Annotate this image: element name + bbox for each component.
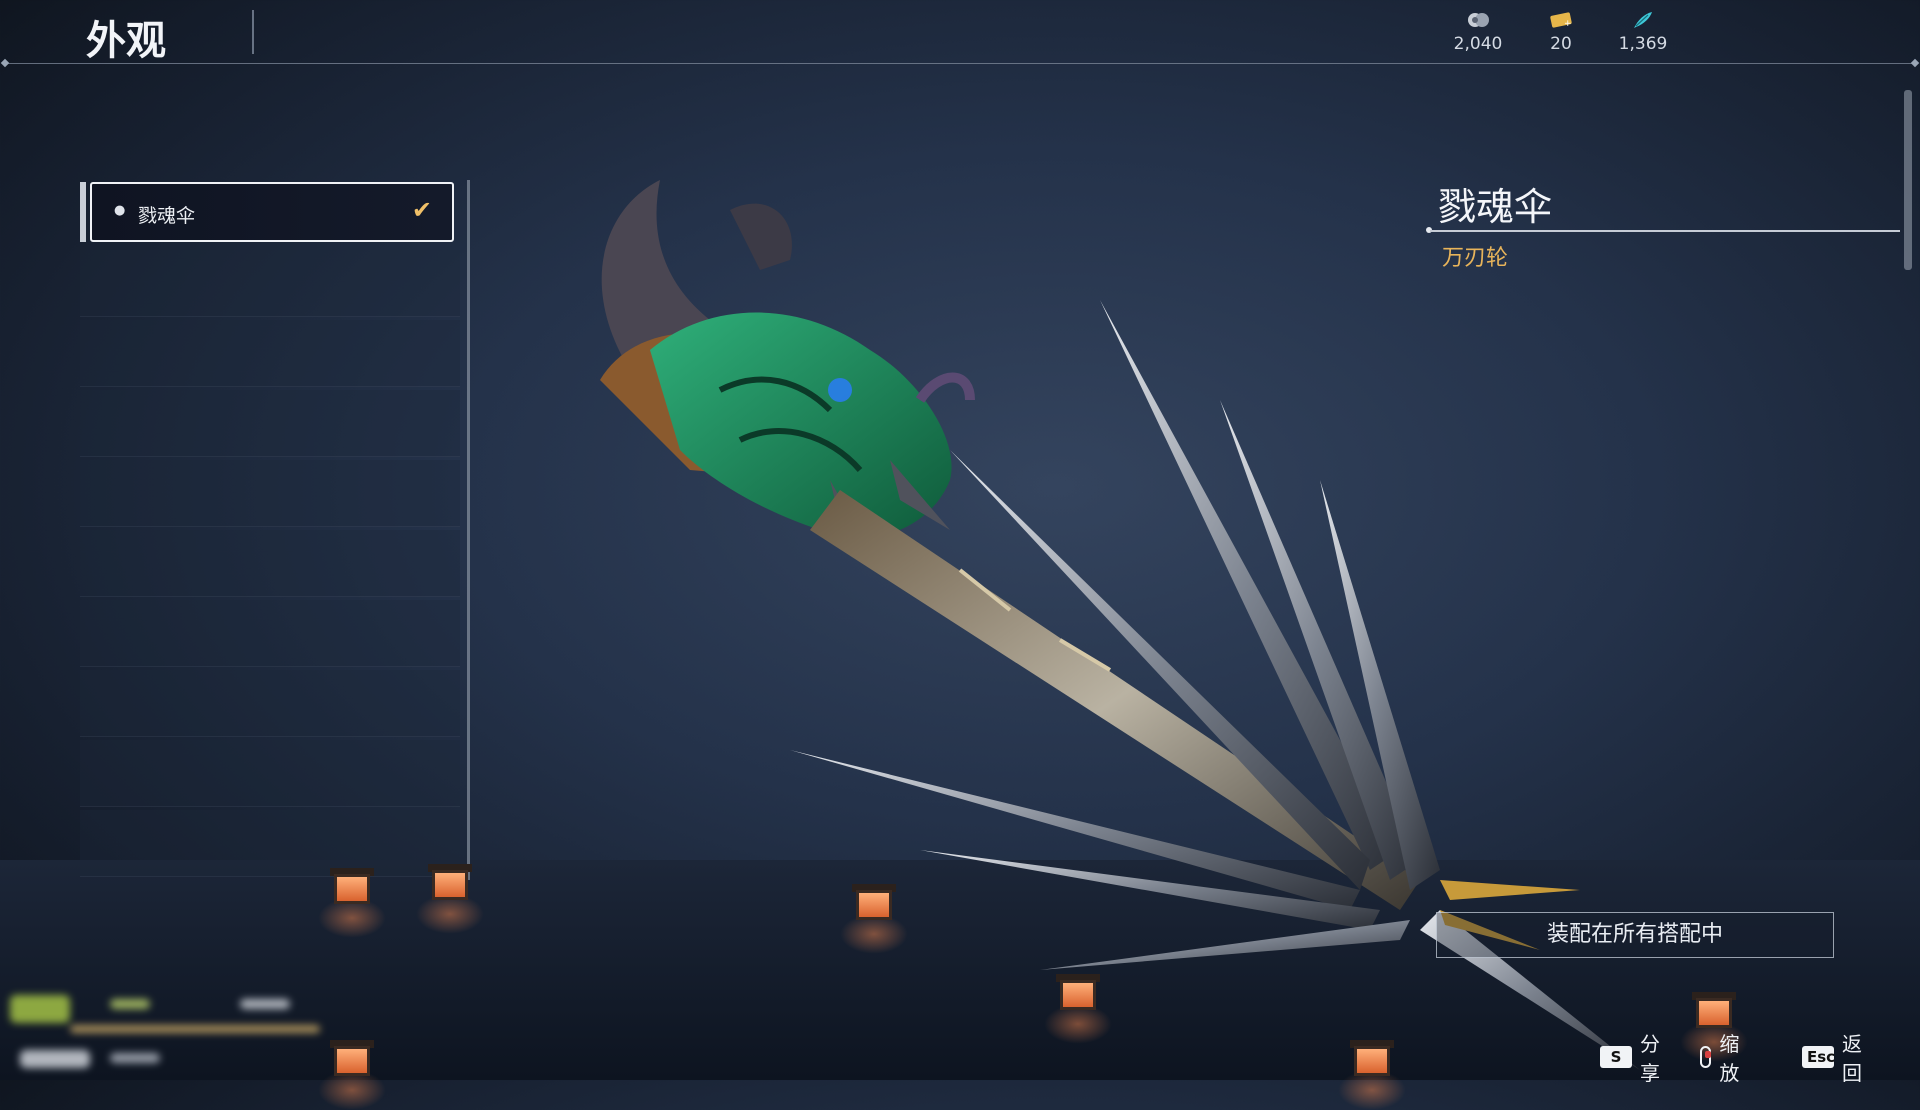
currency-coin: 2,040 xyxy=(1438,10,1518,54)
currency-ticket: + 20 xyxy=(1521,10,1601,54)
lantern-decoration xyxy=(1680,992,1748,1062)
key-cap: S xyxy=(1600,1046,1632,1068)
list-slot-empty xyxy=(80,810,460,877)
key-cap: Esc xyxy=(1802,1046,1835,1068)
right-scrollbar[interactable] xyxy=(1904,90,1912,270)
appearance-list: ● 戮魂伞 ✔ xyxy=(80,180,470,880)
hint-label: 缩放 xyxy=(1719,1032,1740,1085)
lantern-decoration xyxy=(416,864,484,934)
lantern-decoration xyxy=(1044,974,1112,1044)
list-slot-empty xyxy=(80,670,460,737)
coin-icon xyxy=(1438,10,1518,32)
equip-all-button[interactable]: 装配在所有搭配中 xyxy=(1436,912,1834,958)
lantern-decoration xyxy=(1338,1040,1406,1110)
hint-share[interactable]: S 分享 xyxy=(1600,1032,1660,1085)
hint-zoom[interactable]: 缩放 xyxy=(1700,1032,1744,1085)
item-name: 戮魂伞 xyxy=(1438,185,1553,229)
divider-ornament-left xyxy=(0,58,10,68)
blurred-hud xyxy=(0,975,340,1080)
list-item-label: 戮魂伞 xyxy=(138,205,196,227)
list-slot-empty xyxy=(80,600,460,667)
title-divider xyxy=(252,10,254,54)
currency-feather: 1,369 xyxy=(1603,10,1683,54)
list-slot-empty xyxy=(80,390,460,457)
list-slot-empty xyxy=(80,740,460,807)
lantern-decoration xyxy=(318,868,386,938)
ticket-icon: + xyxy=(1521,10,1601,32)
check-icon: ✔ xyxy=(411,196,432,224)
page-title: 外观 xyxy=(86,18,166,64)
list-slot-empty xyxy=(80,250,460,317)
list-scroll-track[interactable] xyxy=(467,180,470,880)
currency-feather-value: 1,369 xyxy=(1618,34,1668,54)
feather-icon xyxy=(1603,10,1683,32)
hint-label: 返回 xyxy=(1842,1032,1862,1085)
item-type: 万刃轮 xyxy=(1442,246,1509,271)
svg-text:+: + xyxy=(1564,19,1572,29)
hint-label: 分享 xyxy=(1640,1032,1660,1085)
lantern-decoration xyxy=(840,884,908,954)
top-bar: 外观 2,040 + 20 1,369 xyxy=(0,0,1920,68)
header-divider xyxy=(4,63,1916,64)
currency-coin-value: 2,040 xyxy=(1453,34,1503,54)
currency-ticket-value: 20 xyxy=(1550,34,1572,54)
hint-back[interactable]: Esc 返回 xyxy=(1802,1032,1868,1085)
divider-ornament-right xyxy=(1910,58,1920,68)
list-slot-empty xyxy=(80,530,460,597)
droplet-icon: ● xyxy=(114,203,126,218)
list-item-selected[interactable]: ● 戮魂伞 ✔ xyxy=(90,182,454,242)
name-divider xyxy=(1430,230,1900,232)
list-slot-empty xyxy=(80,320,460,387)
mouse-right-icon xyxy=(1700,1046,1712,1068)
list-slot-empty xyxy=(80,460,460,527)
selection-marker xyxy=(80,182,86,242)
